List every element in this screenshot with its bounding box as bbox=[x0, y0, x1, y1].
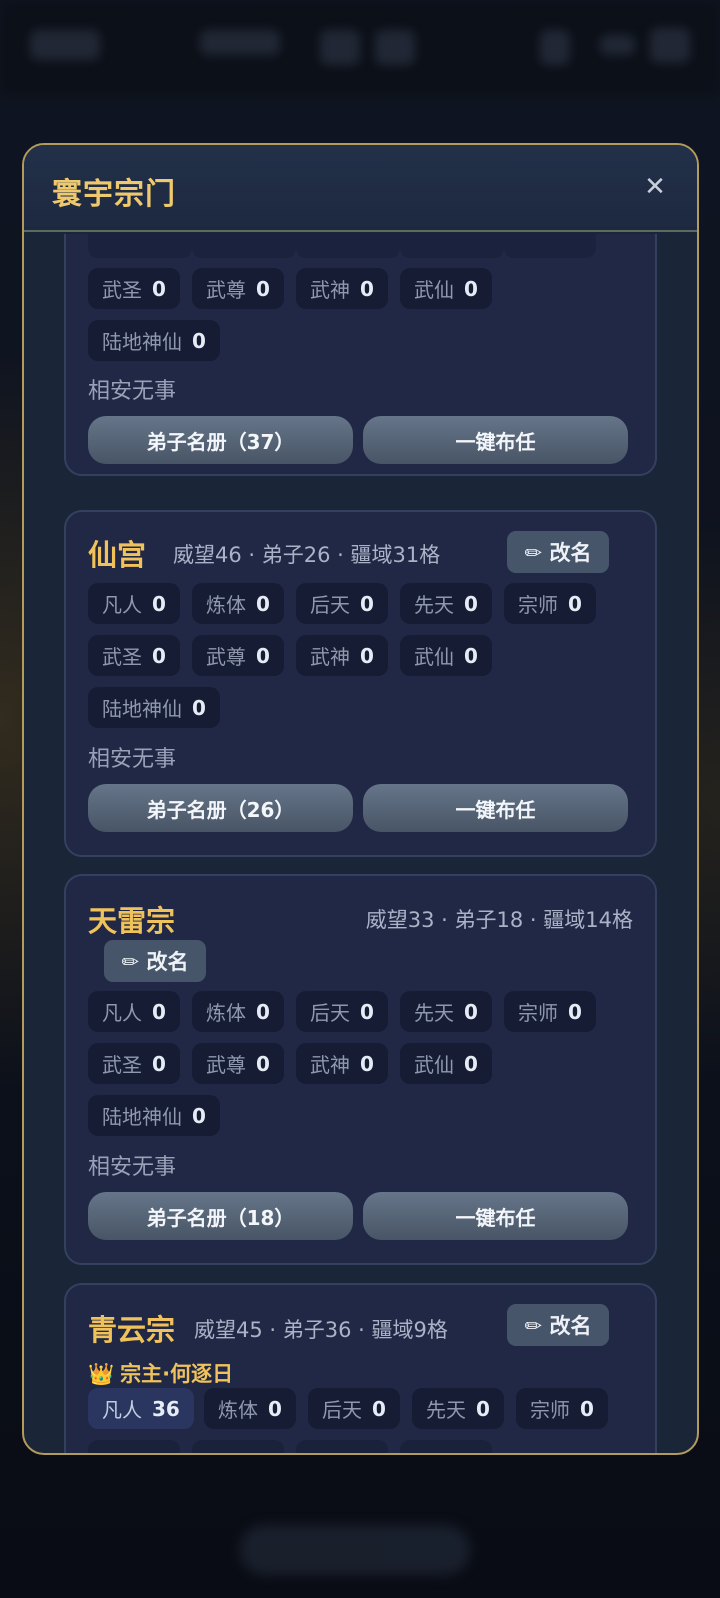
rank-chip: 先天 0 bbox=[400, 583, 492, 624]
rank-chip: 陆地神仙 0 bbox=[88, 687, 220, 728]
roster-button[interactable]: 弟子名册（26） bbox=[88, 784, 353, 832]
rank-chip: 炼体 0 bbox=[192, 991, 284, 1032]
assign-button[interactable]: 一键布任 bbox=[363, 416, 628, 464]
crown-icon: 👑 bbox=[88, 1362, 115, 1386]
assign-button[interactable]: 一键布任 bbox=[363, 784, 628, 832]
rank-chip-clipped bbox=[192, 234, 296, 258]
rank-chip: 武仙 0 bbox=[400, 635, 492, 676]
rank-chip: 宗师 0 bbox=[516, 1388, 608, 1429]
rank-chip: 武圣 0 bbox=[88, 1043, 180, 1084]
rank-chip: 先天 0 bbox=[400, 991, 492, 1032]
sect-modal: 寰宇宗门 ✕ 武圣 0 武尊 0 武神 0 武仙 0 陆地神仙 0 相安无事 弟子名册（3… bbox=[22, 143, 699, 1455]
rank-chip: 炼体 0 bbox=[192, 583, 284, 624]
rank-chip: 武尊 0 bbox=[192, 635, 284, 676]
sect-card: 青云宗 威望45 · 弟子36 · 疆域9格 ✏ 改名 👑 宗主·何逐日 凡人 36… bbox=[64, 1283, 657, 1453]
background-blur bbox=[540, 30, 570, 65]
rank-chip-clipped bbox=[88, 234, 192, 258]
background-blur bbox=[200, 30, 280, 55]
rank-chip-clipped bbox=[504, 234, 596, 258]
rank-chip: 陆地神仙 0 bbox=[88, 1095, 220, 1136]
rank-chip: 后天 0 bbox=[296, 991, 388, 1032]
background-blur bbox=[600, 35, 635, 55]
rank-chip: 宗师 0 bbox=[504, 583, 596, 624]
rank-chip: 武圣 0 bbox=[88, 268, 180, 309]
rename-button[interactable]: ✏ 改名 bbox=[507, 1304, 609, 1346]
background-bottom-button bbox=[240, 1525, 470, 1575]
rank-chip: 武尊 0 bbox=[192, 268, 284, 309]
sect-card: 仙宫 威望46 · 弟子26 · 疆域31格 ✏ 改名 凡人 0 炼体 0 后天 0 … bbox=[64, 510, 657, 857]
rank-chip: 炼体 0 bbox=[204, 1388, 296, 1429]
rank-chip-clipped bbox=[296, 234, 400, 258]
roster-button[interactable]: 弟子名册（18） bbox=[88, 1192, 353, 1240]
background-blur bbox=[375, 30, 415, 65]
sect-stats: 威望45 · 弟子36 · 疆域9格 bbox=[194, 1318, 448, 1342]
close-icon[interactable]: ✕ bbox=[635, 167, 675, 207]
rank-chip-clipped bbox=[400, 234, 504, 258]
background-blur bbox=[30, 30, 100, 60]
rank-chip: 武神 0 bbox=[296, 635, 388, 676]
sect-name: 青云宗 bbox=[88, 1313, 176, 1347]
background-blur bbox=[650, 28, 690, 63]
roster-button[interactable]: 弟子名册（37） bbox=[88, 416, 353, 464]
sect-status: 相安无事 bbox=[88, 1155, 177, 1180]
rank-chip: 武神 0 bbox=[296, 268, 388, 309]
sect-name: 天雷宗 bbox=[88, 904, 176, 938]
sect-name: 仙宫 bbox=[88, 538, 147, 572]
rank-chip-clipped bbox=[192, 1440, 284, 1453]
rank-chip: 后天 0 bbox=[308, 1388, 400, 1429]
rename-button[interactable]: ✏ 改名 bbox=[507, 531, 609, 573]
rank-chip: 武尊 0 bbox=[192, 1043, 284, 1084]
background-blur bbox=[320, 30, 360, 65]
sect-leader: 👑 宗主·何逐日 bbox=[88, 1362, 234, 1386]
rank-chip: 武神 0 bbox=[296, 1043, 388, 1084]
rank-chip: 武仙 0 bbox=[400, 1043, 492, 1084]
sect-stats: 威望46 · 弟子26 · 疆域31格 bbox=[173, 543, 441, 567]
rank-chip: 凡人 0 bbox=[88, 991, 180, 1032]
rank-chip-clipped bbox=[88, 1440, 180, 1453]
assign-button[interactable]: 一键布任 bbox=[363, 1192, 628, 1240]
rank-chip-clipped bbox=[400, 1440, 492, 1453]
rank-chip: 后天 0 bbox=[296, 583, 388, 624]
rank-chip: 凡人 36 bbox=[88, 1388, 194, 1429]
modal-header: 寰宇宗门 ✕ bbox=[24, 145, 697, 232]
rename-button[interactable]: ✏ 改名 bbox=[104, 940, 206, 982]
rank-chip: 凡人 0 bbox=[88, 583, 180, 624]
rank-chip: 先天 0 bbox=[412, 1388, 504, 1429]
sect-status: 相安无事 bbox=[88, 379, 177, 404]
sect-status: 相安无事 bbox=[88, 747, 177, 772]
sect-card: 武圣 0 武尊 0 武神 0 武仙 0 陆地神仙 0 相安无事 弟子名册（37） 一键布任 bbox=[64, 234, 657, 476]
modal-title: 寰宇宗门 bbox=[52, 177, 176, 212]
rank-chip: 武圣 0 bbox=[88, 635, 180, 676]
sect-stats: 威望33 · 弟子18 · 疆域14格 bbox=[365, 908, 633, 932]
rank-chip: 陆地神仙 0 bbox=[88, 320, 220, 361]
rank-chip: 武仙 0 bbox=[400, 268, 492, 309]
sect-list[interactable]: 武圣 0 武尊 0 武神 0 武仙 0 陆地神仙 0 相安无事 弟子名册（37） 一键布任… bbox=[24, 234, 697, 1453]
rank-chip-clipped bbox=[296, 1440, 388, 1453]
rank-chip: 宗师 0 bbox=[504, 991, 596, 1032]
sect-card: 天雷宗 威望33 · 弟子18 · 疆域14格 ✏ 改名 凡人 0 炼体 0 后天 0… bbox=[64, 874, 657, 1265]
